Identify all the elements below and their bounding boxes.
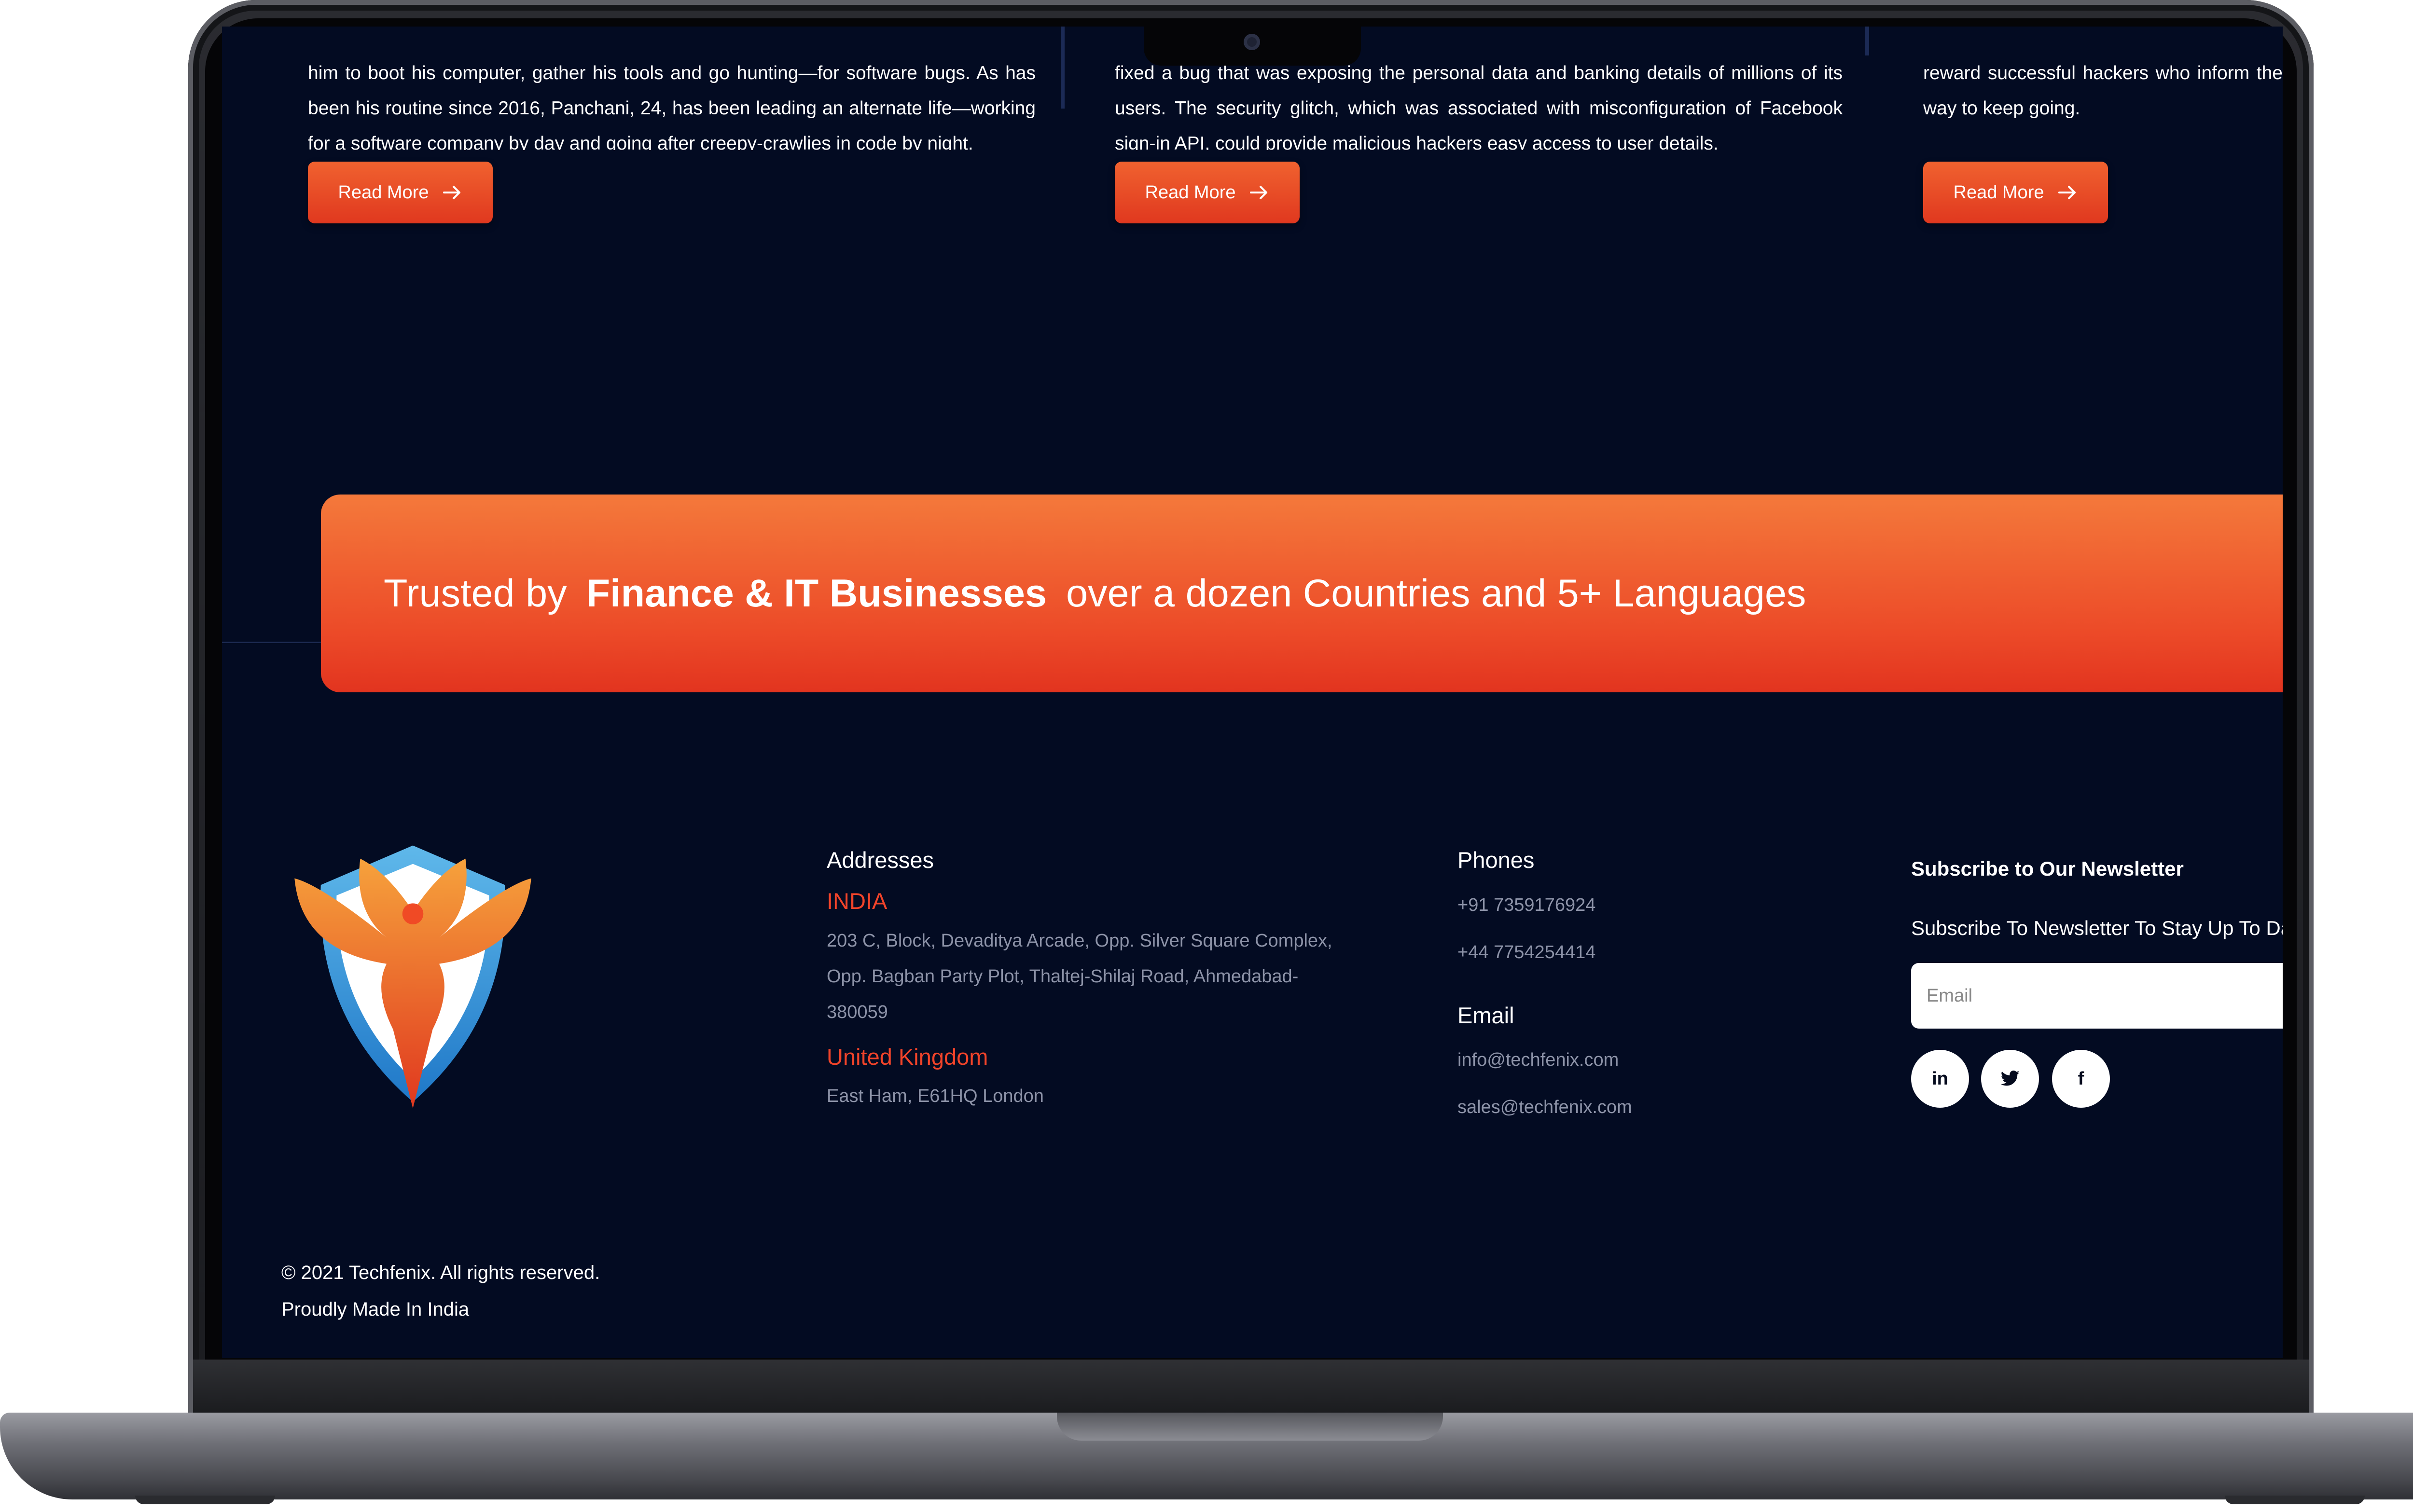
india-label: INDIA [827,888,888,914]
read-more-button[interactable]: Read More [1115,162,1300,223]
facebook-icon: f [2078,1068,2084,1089]
read-more-label: Read More [1145,182,1236,203]
arrow-right-icon [443,186,461,199]
laptop-chin [193,1360,2309,1413]
banner-accent-line [222,642,323,643]
addresses-heading: Addresses [827,847,934,873]
laptop-foot [2225,1496,2365,1504]
blog-excerpt-3: reward successful hackers who inform the… [1923,63,2283,119]
read-more-button[interactable]: Read More [308,162,493,223]
phones-heading: Phones [1457,847,1535,873]
linkedin-icon: in [1932,1068,1948,1089]
linkedin-button[interactable]: in [1911,1050,1969,1108]
blog-excerpt-1: him to boot his computer, gather his too… [308,63,1036,150]
read-more-label: Read More [338,182,429,203]
address-line: Opp. Bagban Party Plot, Thaltej-Shilaj R… [827,966,1299,987]
banner-highlight: Finance & IT Businesses [586,571,1047,615]
laptop-opening-notch [1057,1413,1443,1441]
email-link[interactable]: sales@techfenix.com [1457,1089,1632,1125]
phone-number[interactable]: +91 7359176924 [1457,887,1595,923]
arrow-right-icon [2058,186,2076,199]
email-link[interactable]: info@techfenix.com [1457,1042,1619,1078]
twitter-icon [2000,1070,2020,1086]
column-divider [1865,27,1869,55]
camera-icon [1244,34,1260,50]
website-screen: him to boot his computer, gather his too… [222,27,2283,1358]
laptop-foot [135,1496,275,1504]
read-more-button[interactable]: Read More [1923,162,2108,223]
blog-excerpt-2: fixed a bug that was exposing the person… [1115,63,1843,150]
twitter-button[interactable] [1981,1050,2039,1108]
read-more-label: Read More [1953,182,2044,203]
made-in-text: Proudly Made In India [281,1299,470,1320]
arrow-right-icon [1250,186,1268,199]
address-line: 380059 [827,1002,888,1022]
column-divider [1061,27,1065,109]
uk-address: East Ham, E61HQ London [827,1086,1044,1106]
facebook-button[interactable]: f [2052,1050,2110,1108]
copyright-text: © 2021 Techfenix. All rights reserved. [281,1262,600,1283]
copyright-block: © 2021 Techfenix. All rights reserved. P… [281,1254,600,1328]
phone-number[interactable]: +44 7754254414 [1457,935,1595,970]
address-line: 203 C, Block, Devaditya Arcade, Opp. Sil… [827,931,1332,951]
newsletter-title: Subscribe to Our Newsletter [1911,857,2184,880]
newsletter-email-input[interactable] [1911,963,2283,1029]
uk-label: United Kingdom [827,1044,988,1070]
banner-prefix: Trusted by [384,571,567,615]
trusted-by-banner: Trusted by Finance & IT Businesses over … [321,495,2283,692]
email-heading: Email [1457,1003,1514,1028]
banner-suffix: over a dozen Countries and 5+ Languages [1066,571,1806,615]
phoenix-shield-logo [294,845,531,1109]
newsletter-subtitle: Subscribe To Newsletter To Stay Up To Da… [1911,917,2283,939]
india-address: 203 C, Block, Devaditya Arcade, Opp. Sil… [827,923,1332,1030]
